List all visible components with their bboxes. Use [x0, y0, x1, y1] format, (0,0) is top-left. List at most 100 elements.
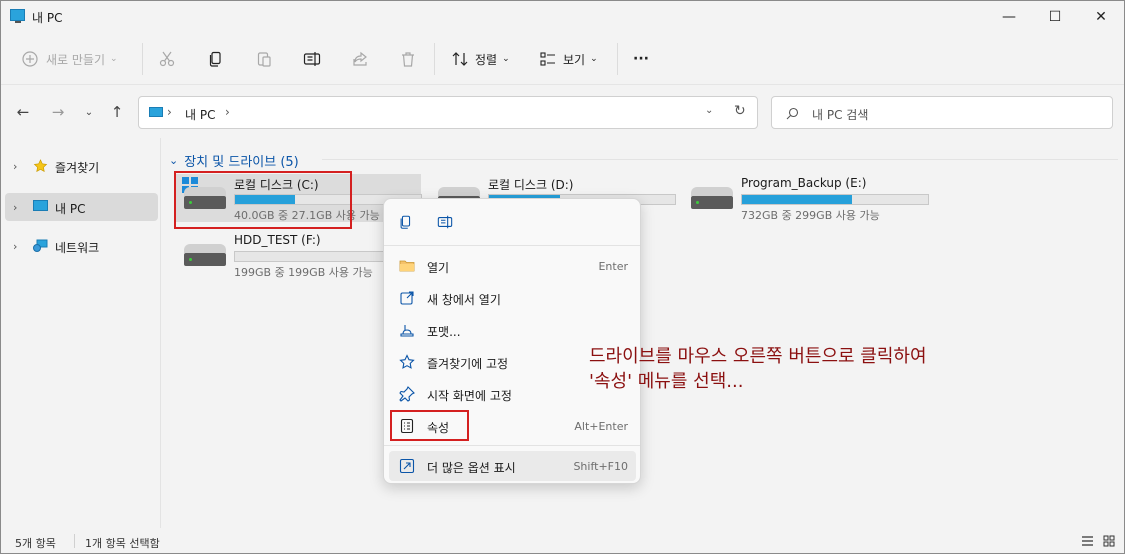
view-button-label: 보기: [563, 52, 586, 67]
copy-button[interactable]: [207, 45, 225, 73]
address-bar[interactable]: › 내 PC › ⌄ ↻: [138, 96, 758, 129]
search-box[interactable]: 내 PC 검색: [771, 96, 1113, 129]
toolbar-divider: [617, 43, 618, 75]
trash-icon: [402, 52, 414, 67]
sort-button[interactable]: 정렬 ⌄: [451, 45, 510, 73]
search-icon: [786, 107, 799, 120]
title-bar: 내 PC — ☐ ✕: [1, 1, 1124, 33]
drive-name: HDD_TEST (F:): [234, 233, 321, 247]
address-dropdown-icon[interactable]: ⌄: [705, 105, 713, 116]
menu-item-format[interactable]: 포맷...: [389, 315, 636, 345]
menu-item-show-more-options[interactable]: 더 많은 옵션 표시 Shift+F10: [389, 451, 636, 481]
toolbar-divider: [142, 43, 143, 75]
context-menu-divider: [384, 445, 640, 446]
navigation-pane: › 즐겨찾기 › 내 PC › 네트워크: [1, 138, 161, 528]
maximize-button[interactable]: ☐: [1032, 1, 1078, 33]
hard-drive-icon: [691, 187, 733, 209]
item-count: 5개 항목: [15, 537, 56, 550]
menu-item-label: 새 창에서 열기: [427, 293, 501, 307]
details-view-icon[interactable]: [1081, 535, 1094, 547]
computer-icon: [33, 200, 48, 211]
plus-circle-icon: [22, 51, 38, 67]
forward-arrow-icon[interactable]: →: [48, 103, 68, 121]
computer-icon: [10, 9, 25, 23]
star-icon: [33, 159, 48, 172]
new-button-label: 새로 만들기: [46, 52, 106, 67]
clipboard-icon: [257, 52, 271, 67]
hard-drive-icon: [184, 244, 226, 266]
menu-item-shortcut: Shift+F10: [573, 460, 628, 473]
chevron-right-icon[interactable]: ›: [13, 201, 17, 214]
copy-icon[interactable]: [398, 214, 414, 230]
paste-button[interactable]: [255, 45, 273, 73]
selection-count: 1개 항목 선택함: [85, 537, 160, 550]
drive-space-info: 732GB 중 299GB 사용 가능: [741, 209, 880, 222]
highlight-box-properties: [390, 410, 469, 441]
menu-item-label: 포맷...: [427, 325, 461, 339]
share-icon: [353, 51, 367, 66]
menu-item-label: 시작 화면에 고정: [427, 389, 512, 403]
scissors-icon: [159, 51, 175, 67]
chevron-down-icon: ⌄: [590, 54, 598, 64]
toolbar-divider: [434, 43, 435, 75]
up-arrow-icon[interactable]: ↑: [107, 103, 127, 121]
open-new-window-icon: [400, 291, 414, 305]
chevron-right-icon[interactable]: ›: [13, 240, 17, 253]
menu-item-open-new-window[interactable]: 새 창에서 열기: [389, 283, 636, 313]
annotation-text: 드라이브를 마우스 오른쪽 버튼으로 클릭하여 '속성' 메뉴를 선택...: [589, 344, 927, 394]
tiles-view-icon[interactable]: [1103, 535, 1115, 547]
breadcrumb-separator[interactable]: ›: [225, 105, 230, 119]
cut-button[interactable]: [158, 45, 176, 73]
context-menu-divider: [384, 245, 640, 246]
sidebar-item-favorites[interactable]: › 즐겨찾기: [5, 152, 158, 180]
view-button[interactable]: 보기 ⌄: [539, 45, 598, 73]
rename-icon[interactable]: [437, 214, 453, 230]
format-drive-icon: [400, 325, 414, 337]
expand-icon: [399, 458, 415, 474]
rename-button[interactable]: [303, 45, 321, 73]
more-options-button[interactable]: ···: [633, 45, 649, 73]
menu-item-shortcut: Alt+Enter: [574, 420, 628, 433]
context-menu-quick-actions: [384, 199, 640, 245]
breadcrumb-this-pc[interactable]: 내 PC: [185, 106, 215, 123]
menu-item-label: 열기: [427, 261, 450, 275]
window-title: 내 PC: [32, 11, 63, 25]
chevron-right-icon[interactable]: ›: [13, 160, 17, 173]
annotation-line-1: 드라이브를 마우스 오른쪽 버튼으로 클릭하여: [589, 346, 927, 367]
back-arrow-icon[interactable]: ←: [13, 103, 33, 121]
status-divider: [74, 534, 75, 548]
copy-icon: [209, 51, 221, 67]
divider: [322, 159, 1118, 160]
minimize-button[interactable]: —: [986, 1, 1032, 33]
delete-button[interactable]: [399, 45, 417, 73]
rename-icon: [303, 52, 321, 66]
command-bar: 새로 만들기 ⌄ 정렬 ⌄ 보기 ⌄ ···: [1, 33, 1124, 85]
sidebar-item-network[interactable]: › 네트워크: [5, 232, 158, 260]
folder-icon: [399, 260, 415, 272]
sidebar-item-label: 내 PC: [55, 202, 86, 216]
chevron-down-icon[interactable]: ⌄: [169, 154, 178, 167]
sidebar-item-this-pc[interactable]: › 내 PC: [5, 193, 158, 221]
status-bar: 5개 항목 1개 항목 선택함: [1, 528, 1124, 554]
recent-locations-chevron-icon[interactable]: ⌄: [79, 104, 99, 120]
search-input[interactable]: 내 PC 검색: [812, 106, 868, 123]
sidebar-item-label: 즐겨찾기: [55, 161, 100, 175]
share-button[interactable]: [351, 45, 369, 73]
group-title: 장치 및 드라이브 (5): [184, 155, 299, 170]
refresh-icon[interactable]: ↻: [734, 103, 746, 119]
new-button[interactable]: 새로 만들기 ⌄: [21, 45, 118, 73]
drive-usage-bar: [741, 194, 929, 205]
drive-tile-e[interactable]: Program_Backup (E:) 732GB 중 299GB 사용 가능: [683, 174, 929, 222]
computer-icon: [149, 107, 163, 117]
highlight-box-drive: [174, 171, 352, 229]
drive-name: 로컬 디스크 (D:): [488, 178, 574, 192]
menu-item-open[interactable]: 열기 Enter: [389, 251, 636, 281]
menu-item-shortcut: Enter: [598, 260, 628, 273]
group-header[interactable]: ⌄ 장치 및 드라이브 (5): [169, 151, 299, 170]
close-button[interactable]: ✕: [1078, 1, 1124, 33]
chevron-down-icon: ⌄: [110, 54, 118, 64]
network-icon: [33, 239, 48, 252]
breadcrumb-separator: ›: [167, 105, 172, 119]
annotation-line-2: '속성' 메뉴를 선택...: [589, 371, 744, 392]
pin-icon: [399, 386, 415, 402]
